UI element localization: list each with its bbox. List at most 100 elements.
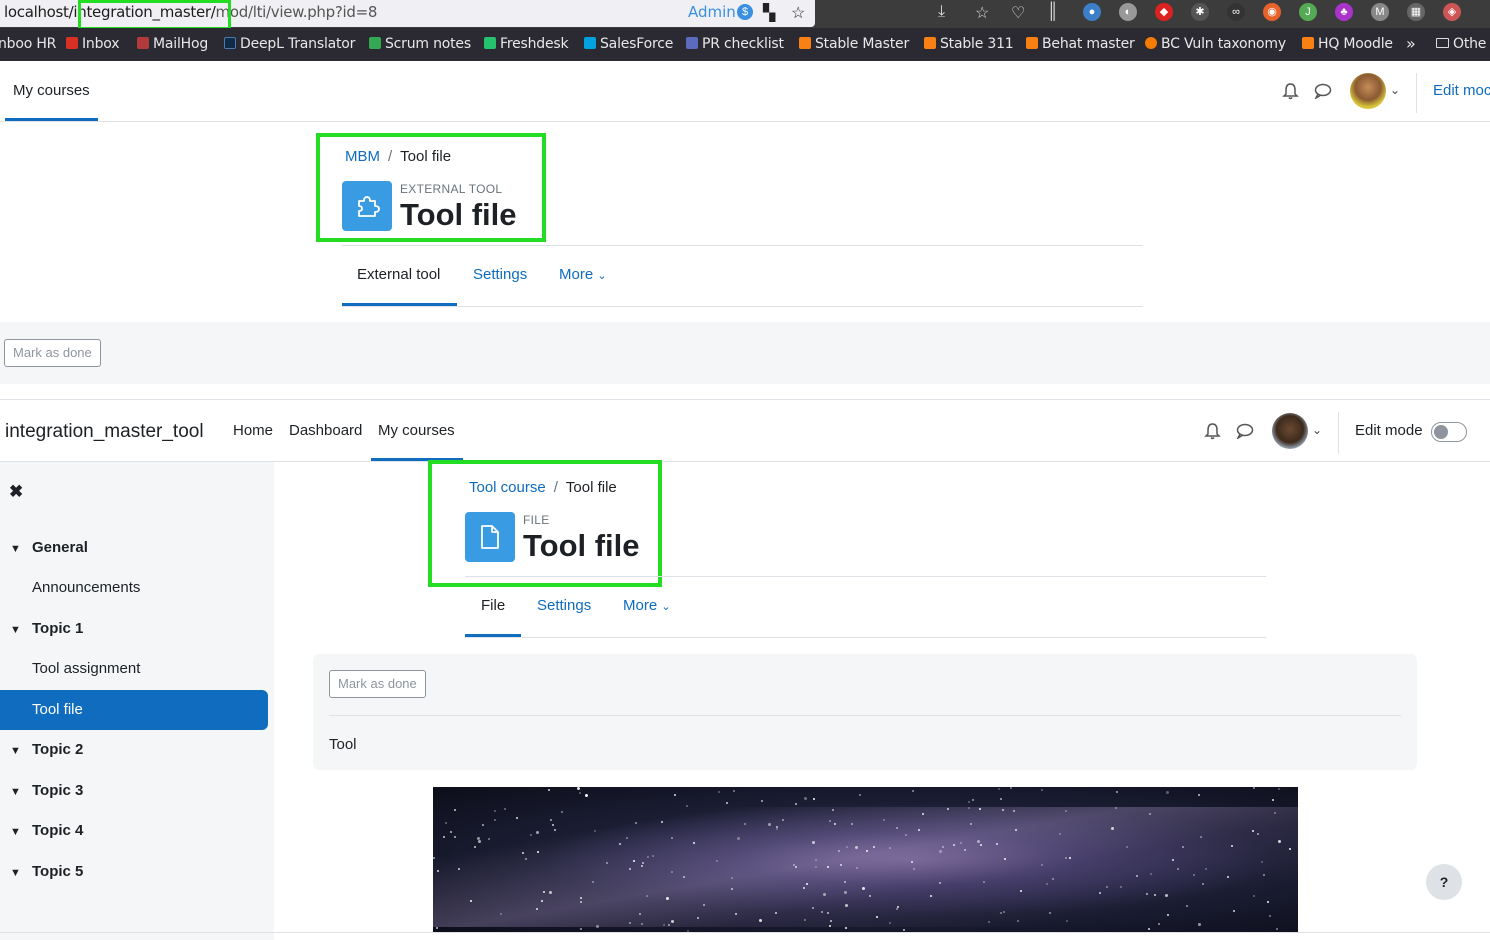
star-dot <box>1116 790 1119 793</box>
extension-icon-8[interactable]: M <box>1371 3 1389 21</box>
section-topic-1[interactable]: ▼ Topic 1 <box>10 620 83 637</box>
divider <box>1416 73 1417 113</box>
extension-icon-9[interactable]: ◈ <box>1443 3 1461 21</box>
section-topic-4[interactable]: ▼ Topic 4 <box>10 822 83 839</box>
messages-icon[interactable] <box>1314 83 1332 104</box>
section-general[interactable]: ▼ General <box>10 539 88 556</box>
settings-gear-icon[interactable]: ✱ <box>1191 3 1209 21</box>
activity-link-tool-assignment[interactable]: Tool assignment <box>32 660 140 677</box>
site-name[interactable]: integration_master_tool <box>5 421 204 443</box>
star-dot <box>1166 791 1170 795</box>
bookmark-item[interactable]: SalesForce <box>584 36 673 52</box>
chevron-down-icon[interactable]: ⌄ <box>1312 423 1322 437</box>
tab-settings[interactable]: Settings <box>537 597 591 614</box>
tab-external-tool[interactable]: External tool <box>357 266 440 283</box>
bookmark-item[interactable]: Stable Master <box>799 36 909 52</box>
chevron-down-icon[interactable]: ⌄ <box>1390 83 1400 97</box>
tab-file[interactable]: File <box>481 597 505 614</box>
tab-more[interactable]: More ⌄ <box>623 597 671 614</box>
mark-as-done-button[interactable]: Mark as done <box>4 339 101 367</box>
star-dot <box>1232 910 1235 913</box>
activity-type-label: FILE <box>523 513 550 527</box>
bookmark-item[interactable]: MailHog <box>137 36 208 52</box>
activity-description: Tool <box>329 736 357 753</box>
edit-mode-label[interactable]: Edit moc <box>1433 82 1490 99</box>
star-dot <box>640 922 643 925</box>
nav-my-courses[interactable]: My courses <box>378 422 455 439</box>
star-dot <box>963 848 966 851</box>
bookmark-item[interactable]: HQ Moodle <box>1302 36 1393 52</box>
breadcrumb-current: Tool file <box>565 479 617 496</box>
star-dot <box>625 837 628 840</box>
bookmarks-overflow-icon[interactable]: » <box>1406 34 1416 53</box>
tab-more[interactable]: More ⌄ <box>559 266 607 283</box>
star-dot <box>843 890 847 894</box>
activity-link-tool-file-active[interactable]: Tool file <box>0 690 268 730</box>
star-dot <box>685 804 688 807</box>
user-avatar[interactable] <box>1272 413 1308 449</box>
url-field[interactable]: localhost/integration_master/mod/lti/vie… <box>0 0 815 30</box>
star-dot <box>735 912 738 915</box>
library-icon[interactable]: ║ <box>1047 3 1058 21</box>
extension-icon-5[interactable]: ◉ <box>1263 3 1281 21</box>
nav-home[interactable]: Home <box>233 422 273 439</box>
bookmark-item[interactable]: nboo HR <box>0 36 56 52</box>
pocket-icon[interactable]: ♡ <box>1011 3 1025 23</box>
messages-icon[interactable] <box>1236 423 1254 444</box>
extension-icon-7[interactable]: ♣ <box>1335 3 1353 21</box>
star-dot <box>660 820 663 823</box>
star-dot <box>443 835 446 838</box>
section-topic-3[interactable]: ▼ Topic 3 <box>10 782 83 799</box>
bookmark-item[interactable]: DeepL Translator <box>224 36 355 52</box>
user-avatar[interactable] <box>1350 73 1386 109</box>
edit-mode-label: Edit mode <box>1355 422 1423 439</box>
star-dot <box>1272 798 1275 801</box>
bookmark-item[interactable]: BC Vuln taxonomy <box>1145 36 1286 52</box>
folder-icon <box>1436 38 1449 48</box>
nav-my-courses[interactable]: My courses <box>13 82 90 99</box>
star-dot <box>477 839 481 843</box>
notification-bell-icon[interactable] <box>1204 422 1221 445</box>
star-dot <box>663 923 666 926</box>
bookmark-item[interactable]: Inbox <box>66 36 120 52</box>
mark-as-done-button[interactable]: Mark as done <box>329 670 426 698</box>
bookmark-item[interactable]: Scrum notes <box>369 36 471 52</box>
extension-icon-2[interactable]: ◐ <box>1119 3 1137 21</box>
star-dot <box>837 850 840 853</box>
help-button[interactable]: ? <box>1426 864 1462 900</box>
extension-icon-4[interactable]: ∞ <box>1227 3 1245 21</box>
bookmark-item[interactable]: PR checklist <box>686 36 784 52</box>
qr-icon[interactable]: ▚ <box>763 3 775 23</box>
tab-settings[interactable]: Settings <box>473 266 527 283</box>
other-bookmarks[interactable]: Othe <box>1436 36 1486 52</box>
star-dot <box>696 916 699 919</box>
star-dot <box>702 903 705 906</box>
extension-grid-icon[interactable]: ▦ <box>1407 3 1425 21</box>
section-topic-5[interactable]: ▼ Topic 5 <box>10 863 83 880</box>
section-topic-2[interactable]: ▼ Topic 2 <box>10 741 83 758</box>
profile-label[interactable]: Admin <box>688 3 736 21</box>
bookmark-item[interactable]: Behat master <box>1026 36 1135 52</box>
secondary-nav-tabs: External tool Settings More ⌄ <box>342 245 1143 307</box>
nav-dashboard[interactable]: Dashboard <box>289 422 362 439</box>
star-dot <box>1010 787 1013 790</box>
breadcrumb-link-tool-course[interactable]: Tool course <box>469 479 546 496</box>
edit-mode-toggle[interactable] <box>1431 422 1467 442</box>
star-dot <box>548 788 551 791</box>
bookmark-item[interactable]: Freshdesk <box>484 36 569 52</box>
breadcrumb-link-mbm[interactable]: MBM <box>345 148 380 165</box>
star-dot <box>854 845 858 849</box>
close-icon[interactable]: ✖ <box>9 482 23 502</box>
activity-link-announcements[interactable]: Announcements <box>32 579 140 596</box>
extension-icon-1[interactable]: ● <box>1083 3 1101 21</box>
bookmark-star-icon[interactable]: ☆ <box>791 3 805 23</box>
star-dot <box>481 823 484 826</box>
download-icon[interactable]: ⤓ <box>938 3 945 21</box>
extension-icon-6[interactable]: J <box>1299 3 1317 21</box>
extension-icon-3[interactable]: ◆ <box>1155 3 1173 21</box>
gmail-icon <box>66 37 78 49</box>
star-dot <box>821 910 824 913</box>
notification-bell-icon[interactable] <box>1282 82 1299 105</box>
extension-star-icon[interactable]: ☆ <box>975 3 989 23</box>
bookmark-item[interactable]: Stable 311 <box>924 36 1014 52</box>
